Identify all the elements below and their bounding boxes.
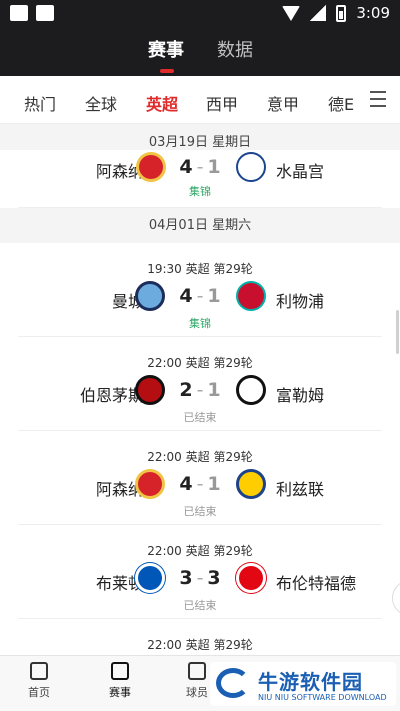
tab-matches[interactable]: 赛事 <box>148 36 184 62</box>
score: 3-3 <box>179 567 225 589</box>
tab-data[interactable]: 数据 <box>217 36 253 62</box>
home-icon <box>30 662 48 680</box>
menu-icon[interactable] <box>370 91 386 107</box>
match-meta: 22:00 英超 第29轮 <box>147 638 253 652</box>
leeds-logo <box>236 469 266 499</box>
image-notification-icon <box>36 5 54 21</box>
league-tab-bundesliga[interactable]: 德E <box>328 91 354 115</box>
match-card[interactable]: 22:00 英超 第29轮 阿森纳 4-1 利兹联 已结束 <box>0 431 400 525</box>
score: 4-1 <box>179 285 225 307</box>
league-tab-laliga[interactable]: 西甲 <box>206 91 238 115</box>
match-card[interactable]: 22:00 英超 第29轮 <box>0 619 400 659</box>
notification-icon <box>10 5 28 21</box>
date-header: 04月01日 星期六 <box>0 210 400 242</box>
nav-matches[interactable]: 赛事 <box>95 662 145 700</box>
bournemouth-logo <box>135 375 165 405</box>
score: 2-1 <box>179 379 225 401</box>
app-header: 3:09 赛事 数据 <box>0 0 400 76</box>
score: 4-1 <box>179 156 225 178</box>
status-finished: 已结束 <box>183 599 217 612</box>
status-time: 3:09 <box>356 4 390 22</box>
match-meta: 22:00 英超 第29轮 <box>147 544 253 558</box>
highlights-label[interactable]: 集锦 <box>18 315 382 331</box>
match-card[interactable]: 22:00 英超 第29轮 伯恩茅斯 2-1 富勒姆 已结束 <box>0 337 400 431</box>
watermark-logo-icon <box>216 668 250 698</box>
player-icon <box>188 662 206 680</box>
match-card[interactable]: 22:00 英超 第29轮 布莱顿 3-3 布伦特福德 已结束 <box>0 525 400 619</box>
scrollbar[interactable] <box>396 310 399 354</box>
away-team: 利兹联 <box>276 480 325 499</box>
match-card[interactable]: 19:30 英超 第29轮 曼城 4-1 利物浦 集锦 <box>0 243 400 337</box>
arsenal-logo <box>136 152 166 182</box>
status-finished: 已结束 <box>183 505 217 518</box>
status-finished: 已结束 <box>183 411 217 424</box>
nav-matches-label: 赛事 <box>109 686 131 699</box>
battery-icon <box>336 4 347 22</box>
fulham-logo <box>236 375 266 405</box>
nav-players-label: 球员 <box>186 686 208 699</box>
watermark: 牛游软件园 NIU NIU SOFTWARE DOWNLOAD <box>210 662 396 706</box>
wifi-icon <box>282 5 301 21</box>
liverpool-logo <box>236 281 266 311</box>
match-meta: 19:30 英超 第29轮 <box>147 262 253 276</box>
league-tab-hot[interactable]: 热门 <box>24 91 56 115</box>
away-team: 布伦特福德 <box>276 574 357 593</box>
man-city-logo <box>135 281 165 311</box>
away-team: 富勒姆 <box>276 386 325 405</box>
nav-home[interactable]: 首页 <box>14 662 64 700</box>
league-tab-epl[interactable]: 英超 <box>146 91 178 115</box>
league-tabs: 热门 全球 英超 西甲 意甲 德E <box>0 76 400 124</box>
highlights-label[interactable]: 集锦 <box>18 183 382 199</box>
tv-icon <box>111 662 129 680</box>
match-meta: 22:00 英超 第29轮 <box>147 450 253 464</box>
home-team: 伯恩茅斯 <box>79 386 144 405</box>
crystal-palace-logo <box>236 152 266 182</box>
away-team: 水晶宫 <box>276 162 325 181</box>
score: 4-1 <box>179 473 225 495</box>
watermark-subtitle: NIU NIU SOFTWARE DOWNLOAD <box>258 693 387 702</box>
league-tab-global[interactable]: 全球 <box>85 91 117 115</box>
brentford-logo <box>236 563 266 593</box>
active-tab-indicator <box>160 69 174 73</box>
signal-icon <box>310 5 327 21</box>
watermark-title: 牛游软件园 <box>258 670 363 694</box>
arsenal-logo <box>135 469 165 499</box>
match-meta: 22:00 英超 第29轮 <box>147 356 253 370</box>
league-tab-seriea[interactable]: 意甲 <box>267 91 299 115</box>
status-bar: 3:09 <box>0 0 400 28</box>
nav-home-label: 首页 <box>28 686 50 699</box>
away-team: 利物浦 <box>276 292 325 311</box>
brighton-logo <box>135 563 165 593</box>
match-card[interactable]: 阿森纳 4-1 水晶宫 集锦 <box>0 150 400 208</box>
